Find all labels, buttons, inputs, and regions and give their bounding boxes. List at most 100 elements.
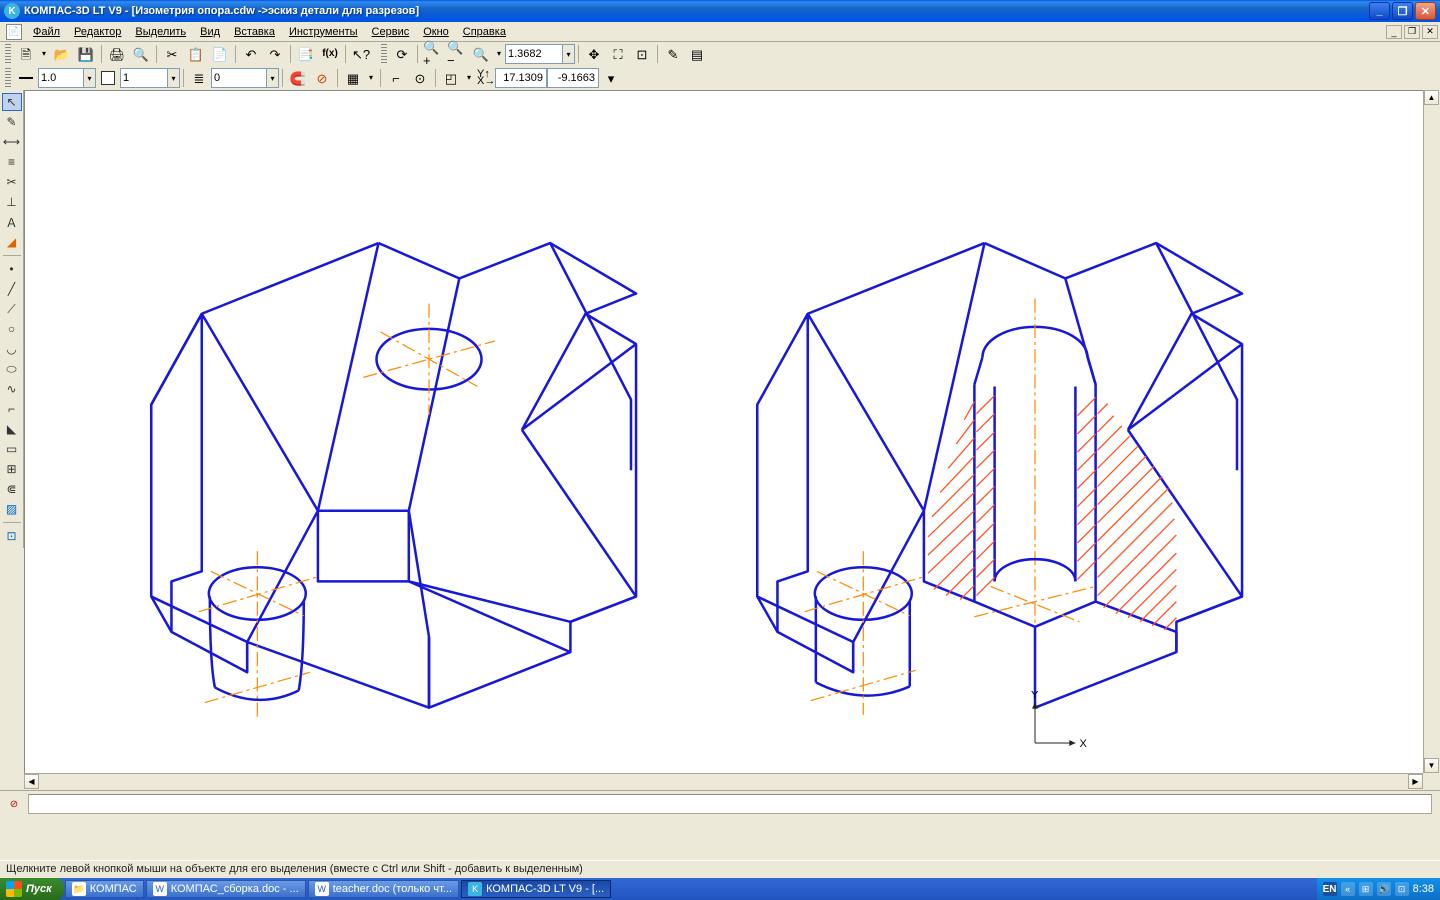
vertical-scrollbar[interactable]: ▲ ▼ bbox=[1423, 90, 1440, 773]
zoom-dropdown[interactable]: ▾ bbox=[494, 43, 504, 65]
variables-button[interactable]: f(x) bbox=[319, 43, 341, 65]
zoom-previous-button[interactable]: ⊡ bbox=[631, 43, 653, 65]
undo-button[interactable]: ↶ bbox=[240, 43, 262, 65]
layers-button[interactable]: ▤ bbox=[686, 43, 708, 65]
snap-toggle-button[interactable]: 🧲 bbox=[287, 67, 309, 89]
print-button[interactable]: 🖨 bbox=[106, 43, 128, 65]
menu-view[interactable]: Вид bbox=[193, 24, 227, 40]
mdi-restore-button[interactable]: ❐ bbox=[1404, 25, 1420, 39]
local-cs-button[interactable]: ◰ bbox=[440, 67, 462, 89]
grid-dropdown[interactable]: ▾ bbox=[366, 67, 376, 89]
redo-button[interactable]: ↷ bbox=[264, 43, 286, 65]
toolbar-grip[interactable] bbox=[5, 68, 11, 88]
color-button[interactable] bbox=[97, 67, 119, 89]
scroll-left-button[interactable]: ◀ bbox=[24, 774, 39, 789]
taskbar-item-word1[interactable]: W КОМПАС_сборка.doc - ... bbox=[146, 880, 306, 898]
cut-button[interactable]: ✂ bbox=[161, 43, 183, 65]
mdi-minimize-button[interactable]: _ bbox=[1386, 25, 1402, 39]
minimize-button[interactable]: _ bbox=[1369, 2, 1390, 20]
tray-icon[interactable]: 🔊 bbox=[1377, 882, 1391, 896]
polyline-tool[interactable]: ⌐ bbox=[2, 400, 22, 418]
rect-tool[interactable]: ▭ bbox=[2, 440, 22, 458]
assembly-tool[interactable]: ⊞ bbox=[2, 460, 22, 478]
coord-x-input[interactable] bbox=[495, 68, 547, 88]
coord-y-input[interactable] bbox=[547, 68, 599, 88]
scroll-down-button[interactable]: ▼ bbox=[1424, 758, 1439, 773]
hatch-tool[interactable]: ▨ bbox=[2, 500, 22, 518]
new-dropdown[interactable]: ▾ bbox=[39, 43, 49, 65]
zoom-value-input[interactable] bbox=[505, 44, 563, 64]
edit-tool[interactable]: ✂ bbox=[2, 173, 22, 191]
chamfer-tool[interactable]: ◣ bbox=[2, 420, 22, 438]
line-style-button[interactable] bbox=[15, 67, 37, 89]
zoom-fit-button[interactable]: ⛶ bbox=[607, 43, 629, 65]
point-tool[interactable]: • bbox=[2, 260, 22, 278]
menu-select[interactable]: Выделить bbox=[128, 24, 193, 40]
help-cursor-button[interactable]: ↖? bbox=[350, 43, 372, 65]
scroll-right-button[interactable]: ▶ bbox=[1408, 774, 1423, 789]
local-cs-dropdown[interactable]: ▾ bbox=[464, 67, 474, 89]
zoom-window-button[interactable]: 🔍 bbox=[470, 43, 492, 65]
parametrize-tool[interactable]: ⊥ bbox=[2, 193, 22, 211]
document-icon[interactable]: 📄 bbox=[6, 24, 22, 40]
scroll-up-button[interactable]: ▲ bbox=[1424, 90, 1439, 105]
spline-tool[interactable]: ∿ bbox=[2, 380, 22, 398]
menu-help[interactable]: Справка bbox=[456, 24, 513, 40]
insert-fragment-tool[interactable]: ⊡ bbox=[2, 527, 22, 545]
round-button[interactable]: ⊙ bbox=[409, 67, 431, 89]
ellipse-tool[interactable]: ⬭ bbox=[2, 360, 22, 378]
dimensions-tool[interactable]: ⟷ bbox=[2, 133, 22, 151]
tray-icon[interactable]: « bbox=[1341, 882, 1355, 896]
new-button[interactable]: 🗎 bbox=[15, 43, 37, 65]
pan-button[interactable]: ✥ bbox=[583, 43, 605, 65]
zoom-value-dropdown[interactable]: ▾ bbox=[563, 44, 575, 64]
menu-service[interactable]: Сервис bbox=[365, 24, 417, 40]
command-input[interactable] bbox=[28, 794, 1432, 814]
current-style-input[interactable] bbox=[120, 68, 168, 88]
start-button[interactable]: Пуск bbox=[0, 878, 64, 900]
measure-tool[interactable]: Ａ bbox=[2, 213, 22, 231]
zoom-in-button[interactable]: 🔍+ bbox=[422, 43, 444, 65]
ortho-button[interactable]: ⌐ bbox=[385, 67, 407, 89]
grid-button[interactable]: ▦ bbox=[342, 67, 364, 89]
line-width-dropdown[interactable]: ▾ bbox=[84, 68, 96, 88]
tray-icon[interactable]: ⊞ bbox=[1359, 882, 1373, 896]
open-button[interactable]: 📂 bbox=[51, 43, 73, 65]
notation-tool[interactable]: ≡ bbox=[2, 153, 22, 171]
current-style-dropdown[interactable]: ▾ bbox=[168, 68, 180, 88]
menu-tools[interactable]: Инструменты bbox=[282, 24, 365, 40]
layer-input[interactable] bbox=[211, 68, 267, 88]
paste-button[interactable]: 📄 bbox=[209, 43, 231, 65]
mdi-close-button[interactable]: ✕ bbox=[1422, 25, 1438, 39]
snap-off-button[interactable]: ⊘ bbox=[311, 67, 333, 89]
circle-tool[interactable]: ○ bbox=[2, 320, 22, 338]
horizontal-scrollbar[interactable]: ◀ ▶ bbox=[24, 773, 1423, 790]
layer-dropdown[interactable]: ▾ bbox=[267, 68, 279, 88]
preview-button[interactable]: 🔍 bbox=[130, 43, 152, 65]
toolbar-grip[interactable] bbox=[381, 44, 387, 64]
language-indicator[interactable]: EN bbox=[1323, 882, 1337, 896]
restore-button[interactable]: ❐ bbox=[1392, 2, 1413, 20]
line-tool[interactable]: ╱ bbox=[2, 280, 22, 298]
select-tool[interactable]: ↖ bbox=[2, 93, 22, 111]
clock[interactable]: 8:38 bbox=[1413, 883, 1434, 895]
drawing-canvas[interactable]: X Y bbox=[24, 90, 1440, 790]
zoom-out-button[interactable]: 🔍− bbox=[446, 43, 468, 65]
layer-manager-button[interactable]: ≣ bbox=[188, 67, 210, 89]
save-button[interactable]: 💾 bbox=[75, 43, 97, 65]
close-button[interactable]: ✕ bbox=[1415, 2, 1436, 20]
taskbar-item-kompas[interactable]: K КОМПАС-3D LT V9 - [... bbox=[461, 880, 611, 898]
menu-file[interactable]: Файл bbox=[26, 24, 67, 40]
toolbar-grip[interactable] bbox=[5, 44, 11, 64]
refresh-button[interactable]: ⟳ bbox=[391, 43, 413, 65]
line-width-input[interactable] bbox=[38, 68, 84, 88]
taskbar-item-word2[interactable]: W teacher.doc (только чт... bbox=[308, 880, 459, 898]
menu-window[interactable]: Окно bbox=[416, 24, 456, 40]
menu-edit[interactable]: Редактор bbox=[67, 24, 128, 40]
geometry-tool[interactable]: ✎ bbox=[2, 113, 22, 131]
menu-insert[interactable]: Вставка bbox=[227, 24, 282, 40]
properties-button[interactable]: 📑 bbox=[295, 43, 317, 65]
command-stop-button[interactable]: ⊘ bbox=[5, 795, 23, 813]
spec-tool[interactable]: ◢ bbox=[2, 233, 22, 251]
aux-line-tool[interactable]: ⟋ bbox=[2, 300, 22, 318]
